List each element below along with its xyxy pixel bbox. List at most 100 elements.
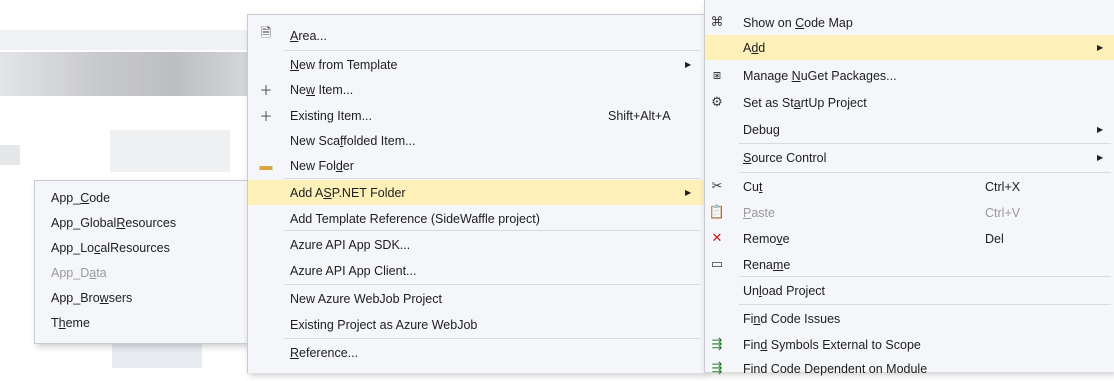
submenu-arrow-icon: ▶ (685, 188, 692, 197)
menu-item-label: Show on Code Map (743, 15, 853, 30)
nuget-package-icon: ⧆ (712, 67, 722, 82)
asp-folder-item-app-code[interactable]: App_Code (35, 185, 247, 210)
area-document-icon: 🗎 (260, 25, 272, 40)
paste-clipboard-icon: 📋 (708, 204, 726, 219)
menu-item-label: Add ASP.NET Folder (290, 185, 406, 200)
menu-item-label: Rename (743, 257, 791, 272)
shortcut-label: Del (985, 231, 1004, 246)
menu-item-label: Existing Project as Azure WebJob (290, 317, 478, 332)
asp-folder-item-app-browsers[interactable]: App_Browsers (35, 285, 247, 310)
menu-item-label: Existing Item... (290, 108, 372, 123)
submenu-arrow-icon: ▶ (685, 60, 692, 69)
submenu-arrow-icon: ▶ (1097, 125, 1104, 134)
asp-folder-item-app-data[interactable]: App_Data (35, 260, 247, 285)
menu-separator (284, 284, 701, 285)
asp-folder-item-app-globalresources[interactable]: App_GlobalResources (35, 210, 247, 235)
menu-item-label: App_Code (51, 190, 111, 205)
shortcut-label: Ctrl+X (985, 179, 1021, 194)
rename-icon: ▭ (710, 256, 724, 271)
code-map-icon: ⌘ (710, 14, 724, 29)
shortcut-label: Shift+Alt+A (608, 108, 671, 123)
blurred-background-bar (0, 52, 248, 96)
menu-item-label: Cut (743, 179, 763, 194)
asp-folder-item-app-localresources[interactable]: App_LocalResources (35, 235, 247, 260)
add-item-new-scaffolded-item[interactable]: New Scaffolded Item... (248, 128, 705, 153)
project-context-menu: ⌘ Show on Code Map Add ▶ ⧆ Manage NuGet Packa… (704, 0, 1114, 376)
menu-separator (284, 50, 701, 51)
menu-item-label: App_LocalResources (51, 240, 170, 255)
add-item-add-asp-net-folder[interactable]: Add ASP.NET Folder ▶ (248, 180, 705, 205)
menu-item-label: Azure API App SDK... (290, 237, 411, 252)
context-item-cut[interactable]: ✂ Cut Ctrl+X (705, 174, 1114, 199)
menu-item-label: App_GlobalResources (51, 215, 177, 230)
menu-item-label: Paste (743, 205, 775, 220)
menu-item-label: Source Control (743, 150, 827, 165)
menu-item-label: Azure API App Client... (290, 263, 417, 278)
submenu-arrow-icon: ▶ (1097, 153, 1104, 162)
menu-item-label: New Item... (290, 82, 354, 97)
context-item-unload-project[interactable]: Unload Project (705, 278, 1114, 303)
blurred-background-block (0, 145, 20, 165)
menu-separator (739, 172, 1111, 173)
context-item-source-control[interactable]: Source Control ▶ (705, 145, 1114, 170)
add-item-existing-item[interactable]: ＋ Existing Item... Shift+Alt+A (248, 103, 705, 128)
context-item-find-code-dependent-on-module[interactable]: ⇶ Find Code Dependent on Module (705, 356, 1114, 381)
menu-item-label: Unload Project (743, 283, 825, 298)
new-item-icon: ＋ (259, 82, 273, 98)
add-submenu: 🗎 Area... New from Template ▶ ＋ New Item... ＋ E… (247, 14, 706, 373)
asp-net-folder-submenu: App_Code App_GlobalResources App_LocalReso… (34, 180, 248, 344)
menu-item-label: Find Symbols External to Scope (743, 337, 921, 352)
context-item-remove[interactable]: ✕ Remove Del (705, 226, 1114, 251)
add-item-azure-api-app-client[interactable]: Azure API App Client... (248, 258, 705, 283)
menu-separator (284, 230, 701, 231)
context-item-rename[interactable]: ▭ Rename (705, 252, 1114, 277)
remove-x-icon: ✕ (711, 230, 723, 245)
menu-item-label: Debug (743, 122, 780, 137)
add-item-add-template-reference-sidewaffle-project[interactable]: Add Template Reference (SideWaffle proje… (248, 206, 705, 231)
menu-item-label: Add Template Reference (SideWaffle proje… (290, 211, 540, 226)
blurred-background-strip (0, 30, 248, 50)
menu-separator (739, 276, 1111, 277)
add-item-new-folder[interactable]: ▬ New Folder (248, 153, 705, 178)
folder-icon: ▬ (259, 157, 273, 173)
menu-item-label: Add (743, 40, 766, 55)
cut-scissors-icon: ✂ (711, 178, 723, 193)
context-item-show-on-code-map[interactable]: ⌘ Show on Code Map (705, 10, 1114, 35)
add-item-azure-api-app-sdk[interactable]: Azure API App SDK... (248, 232, 705, 257)
menu-item-label: New Folder (290, 158, 354, 173)
asp-folder-item-theme[interactable]: Theme (35, 310, 247, 335)
context-item-manage-nuget-packages[interactable]: ⧆ Manage NuGet Packages... (705, 63, 1114, 88)
add-item-area[interactable]: 🗎 Area... (248, 23, 705, 48)
menu-item-label: Find Code Issues (743, 311, 841, 326)
add-item-new-from-template[interactable]: New from Template ▶ (248, 52, 705, 77)
context-item-debug[interactable]: Debug ▶ (705, 117, 1114, 142)
add-item-reference[interactable]: Reference... (248, 340, 705, 365)
menu-item-label: App_Browsers (51, 290, 133, 305)
menu-item-label: Manage NuGet Packages... (743, 68, 897, 83)
context-item-set-as-startup-project[interactable]: ⚙ Set as StartUp Project (705, 90, 1114, 115)
menu-item-label: App_Data (51, 265, 107, 280)
context-item-find-code-issues[interactable]: Find Code Issues (705, 306, 1114, 331)
context-item-paste[interactable]: 📋 Paste Ctrl+V (705, 200, 1114, 225)
menu-separator (739, 304, 1111, 305)
add-item-existing-project-as-azure-webjob[interactable]: Existing Project as Azure WebJob (248, 312, 705, 337)
menu-item-label: Area... (290, 28, 327, 43)
menu-item-label: New Azure WebJob Project (290, 291, 442, 306)
menu-separator (739, 143, 1111, 144)
add-item-new-azure-webjob-project[interactable]: New Azure WebJob Project (248, 286, 705, 311)
menu-separator (284, 338, 701, 339)
menu-item-label: Set as StartUp Project (743, 95, 867, 110)
existing-item-icon: ＋ (259, 108, 273, 124)
menu-item-label: Find Code Dependent on Module (743, 361, 928, 376)
menu-item-label: Reference... (290, 345, 359, 360)
shortcut-label: Ctrl+V (985, 205, 1021, 220)
find-code-dependent-icon: ⇶ (711, 360, 723, 375)
blurred-background-block (112, 344, 202, 368)
menu-item-label: New from Template (290, 57, 398, 72)
gear-icon: ⚙ (711, 94, 723, 109)
find-symbols-icon: ⇶ (711, 336, 723, 351)
context-item-find-symbols-external-to-scope[interactable]: ⇶ Find Symbols External to Scope (705, 332, 1114, 357)
context-item-add[interactable]: Add ▶ (705, 35, 1114, 60)
menu-separator (284, 178, 701, 179)
add-item-new-item[interactable]: ＋ New Item... (248, 77, 705, 102)
